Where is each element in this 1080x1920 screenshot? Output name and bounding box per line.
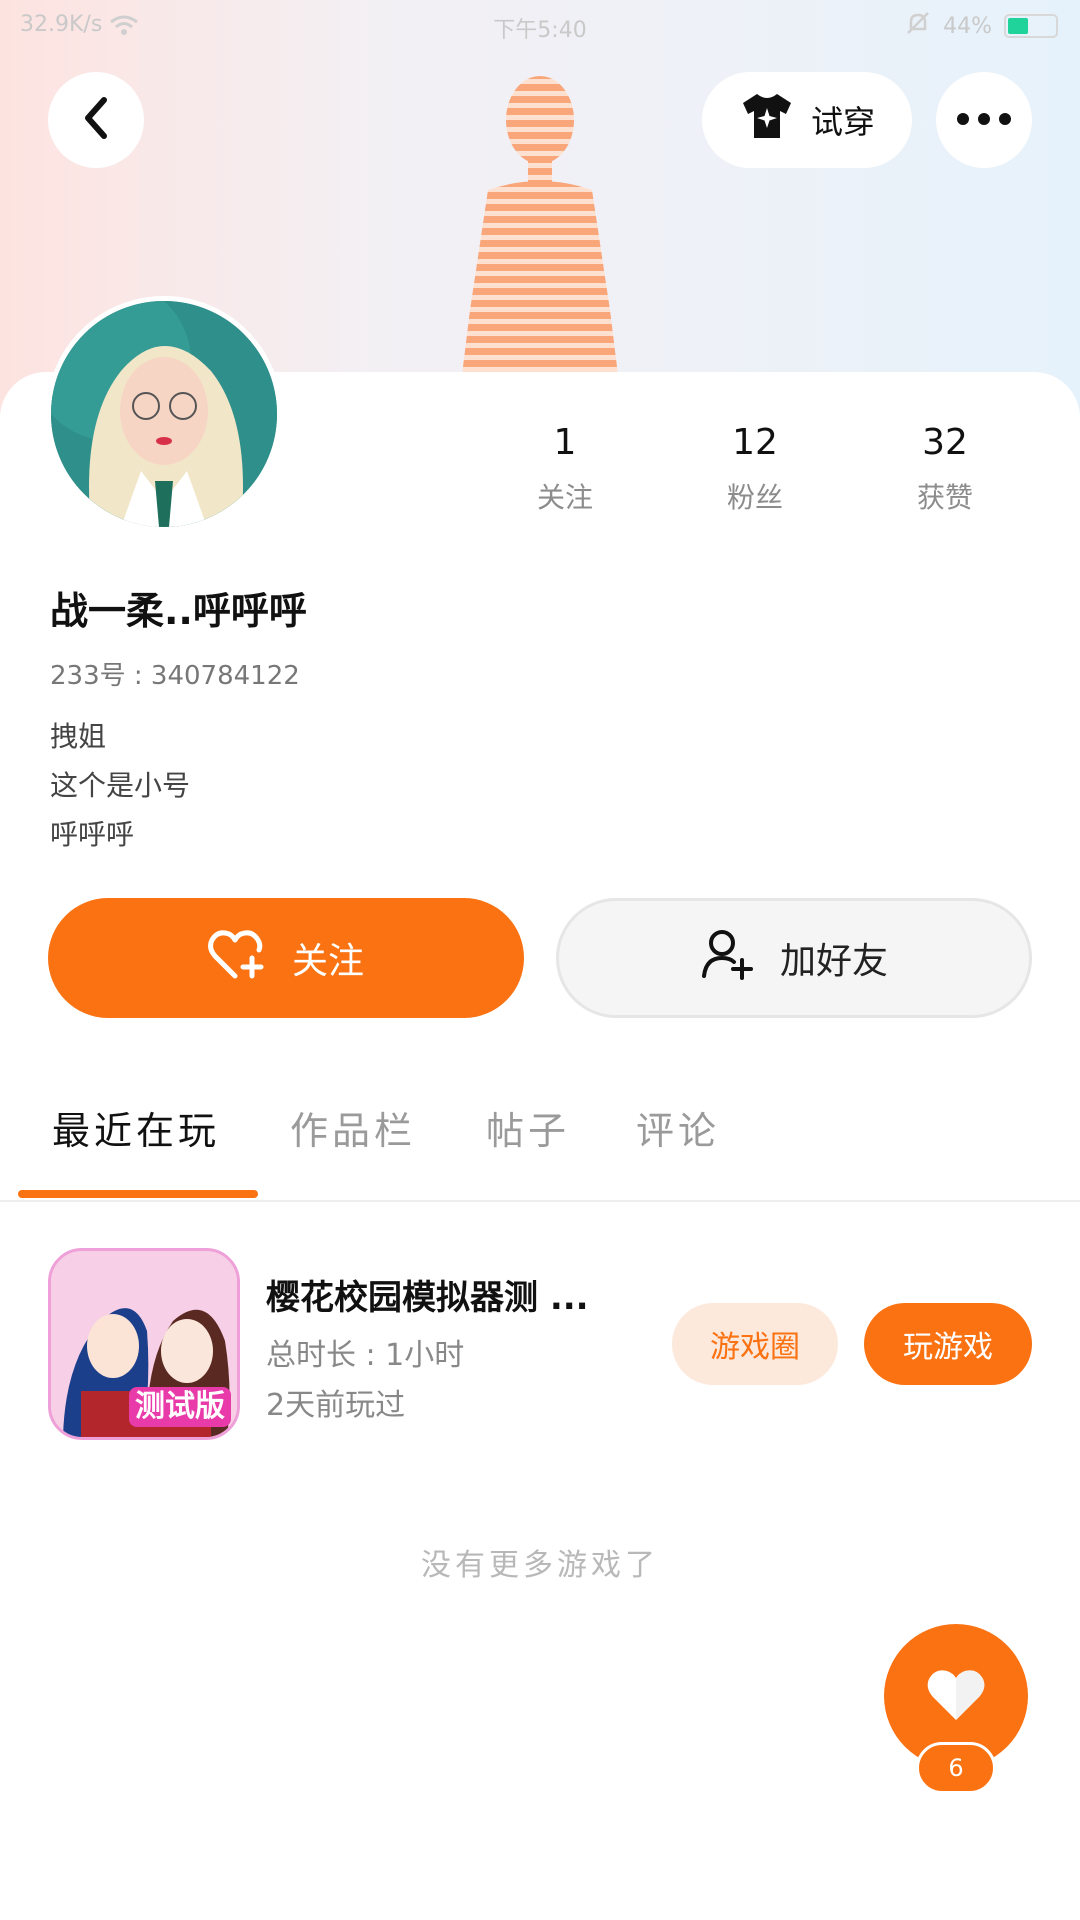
stat-label: 粉丝 [726, 481, 783, 514]
follow-label: 关注 [291, 941, 364, 982]
bio-line: 拽姐 [50, 720, 107, 753]
stat-likes[interactable]: 32 获赞 [850, 420, 1040, 516]
game-total-time: 总时长 : 1小时 [266, 1338, 465, 1373]
nickname: 战一柔..呼呼呼 [50, 589, 307, 633]
stat-label: 关注 [536, 481, 593, 514]
game-last-played: 2天前玩过 [266, 1388, 406, 1423]
tab-works[interactable]: 作品栏 [290, 1100, 416, 1155]
battery-icon [1004, 14, 1058, 38]
status-bar: 32.9K/s 下午5:40 44% [0, 0, 1080, 52]
stat-following[interactable]: 1 关注 [470, 420, 660, 516]
tshirt-icon [739, 91, 795, 149]
stat-value: 32 [922, 422, 968, 463]
tab-comments[interactable]: 评论 [636, 1100, 720, 1155]
back-button[interactable] [48, 72, 144, 168]
icon-badge: 测试版 [129, 1387, 231, 1427]
more-dots-icon [956, 111, 1012, 130]
profile-tabs: 最近在玩 作品栏 帖子 评论 [0, 1100, 1080, 1202]
bio-line: 这个是小号 [50, 769, 191, 802]
tryon-label: 试穿 [810, 103, 875, 141]
more-button[interactable] [936, 72, 1032, 168]
bell-off-icon [905, 10, 931, 42]
add-user-icon [700, 928, 754, 989]
heart-icon [925, 1666, 987, 1726]
active-tab-indicator [18, 1190, 258, 1198]
add-friend-label: 加好友 [779, 941, 888, 982]
bio-line: 呼呼呼 [50, 818, 135, 851]
stat-value: 12 [732, 422, 778, 463]
play-game-button[interactable]: 玩游戏 [864, 1303, 1032, 1385]
profile-stats: 1 关注 12 粉丝 32 获赞 [470, 420, 1040, 516]
tryon-button[interactable]: 试穿 [702, 72, 912, 168]
add-friend-button[interactable]: 加好友 [556, 898, 1032, 1018]
follow-button[interactable]: 关注 [48, 898, 524, 1018]
like-count: 6 [916, 1742, 996, 1794]
no-more-games: 没有更多游戏了 [421, 1548, 659, 1583]
game-icon[interactable]: 测试版 [48, 1248, 240, 1440]
heart-plus-icon [208, 928, 266, 989]
tab-posts[interactable]: 帖子 [486, 1100, 570, 1155]
stat-followers[interactable]: 12 粉丝 [660, 420, 850, 516]
game-title: 樱花校园模拟器测 ... [266, 1278, 589, 1318]
user-id: 233号 : 340784122 [50, 661, 300, 691]
tab-recent-played[interactable]: 最近在玩 [52, 1100, 220, 1155]
battery-percent: 44% [943, 13, 992, 39]
game-circle-button[interactable]: 游戏圈 [672, 1303, 838, 1385]
avatar-figure [440, 60, 640, 375]
stat-label: 获赞 [916, 481, 973, 514]
bio: 拽姐 这个是小号 呼呼呼 [50, 712, 190, 859]
avatar[interactable] [46, 296, 282, 532]
list-item[interactable]: 测试版 樱花校园模拟器测 ... 总时长 : 1小时 2天前玩过 游戏圈 玩游戏 [48, 1248, 1032, 1442]
stat-value: 1 [553, 422, 577, 463]
chevron-left-icon [76, 94, 116, 146]
